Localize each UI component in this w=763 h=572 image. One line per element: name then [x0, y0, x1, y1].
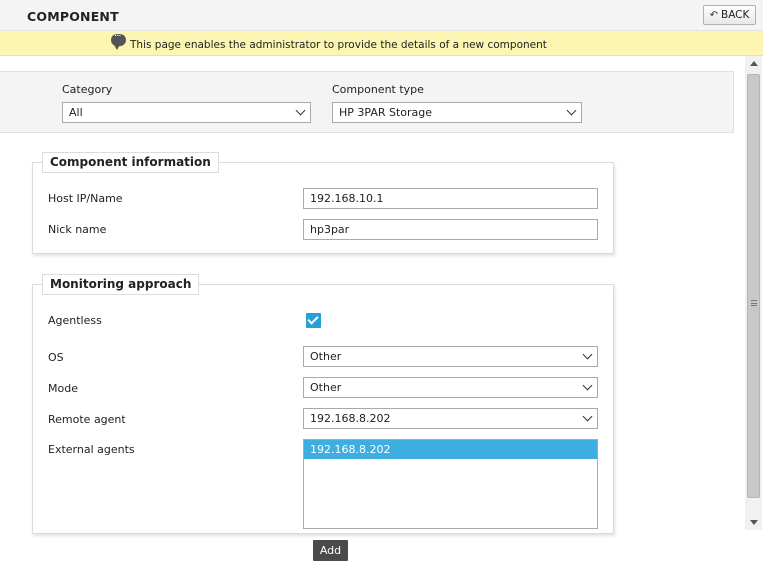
info-message: This page enables the administrator to p…	[130, 39, 547, 51]
info-bar: This page enables the administrator to p…	[0, 31, 763, 56]
mode-select[interactable]: Other	[303, 377, 598, 398]
component-type-select[interactable]: HP 3PAR Storage	[332, 102, 582, 123]
agentless-checkbox[interactable]	[306, 313, 321, 328]
component-type-label: Component type	[332, 83, 424, 96]
chevron-down-icon	[582, 349, 593, 360]
remote-agent-label: Remote agent	[48, 413, 126, 426]
monitoring-approach-legend: Monitoring approach	[42, 274, 200, 295]
back-button-label: BACK	[720, 9, 750, 21]
list-item[interactable]: 192.168.8.202	[304, 440, 597, 459]
os-select[interactable]: Other	[303, 346, 598, 367]
host-ip-input[interactable]: 192.168.10.1	[303, 188, 598, 209]
remote-agent-select-value: 192.168.8.202	[310, 412, 391, 425]
scroll-down-arrow-icon[interactable]	[750, 520, 758, 525]
host-ip-label: Host IP/Name	[48, 192, 123, 205]
mode-select-value: Other	[310, 381, 342, 394]
remote-agent-select[interactable]: 192.168.8.202	[303, 408, 598, 429]
grip-icon	[751, 300, 757, 306]
agentless-label: Agentless	[48, 314, 102, 327]
back-arrow-icon: ↶	[709, 9, 718, 21]
page-header: COMPONENT ↶ BACK	[0, 0, 763, 31]
os-select-value: Other	[310, 350, 342, 363]
component-type-select-value: HP 3PAR Storage	[339, 106, 433, 119]
nick-name-input[interactable]: hp3par	[303, 219, 598, 240]
component-information-legend: Component information	[42, 152, 219, 173]
scroll-up-arrow-icon[interactable]	[750, 61, 758, 66]
mode-label: Mode	[48, 382, 78, 395]
chevron-down-icon	[566, 105, 577, 116]
speech-bubble-icon	[111, 31, 126, 50]
chevron-down-icon	[295, 105, 306, 116]
add-button[interactable]: Add	[313, 540, 348, 561]
category-select-value: All	[69, 106, 83, 119]
chevron-down-icon	[582, 411, 593, 422]
chevron-down-icon	[582, 380, 593, 391]
category-label: Category	[62, 83, 113, 96]
scrollbar-thumb[interactable]	[747, 74, 760, 498]
back-button[interactable]: ↶ BACK	[703, 5, 756, 25]
category-select[interactable]: All	[62, 102, 311, 123]
os-label: OS	[48, 351, 64, 364]
vertical-scrollbar[interactable]	[745, 56, 762, 530]
page-title: COMPONENT	[27, 9, 119, 24]
nick-name-label: Nick name	[48, 223, 107, 236]
external-agents-label: External agents	[48, 443, 135, 456]
external-agents-listbox[interactable]: 192.168.8.202	[303, 439, 598, 529]
